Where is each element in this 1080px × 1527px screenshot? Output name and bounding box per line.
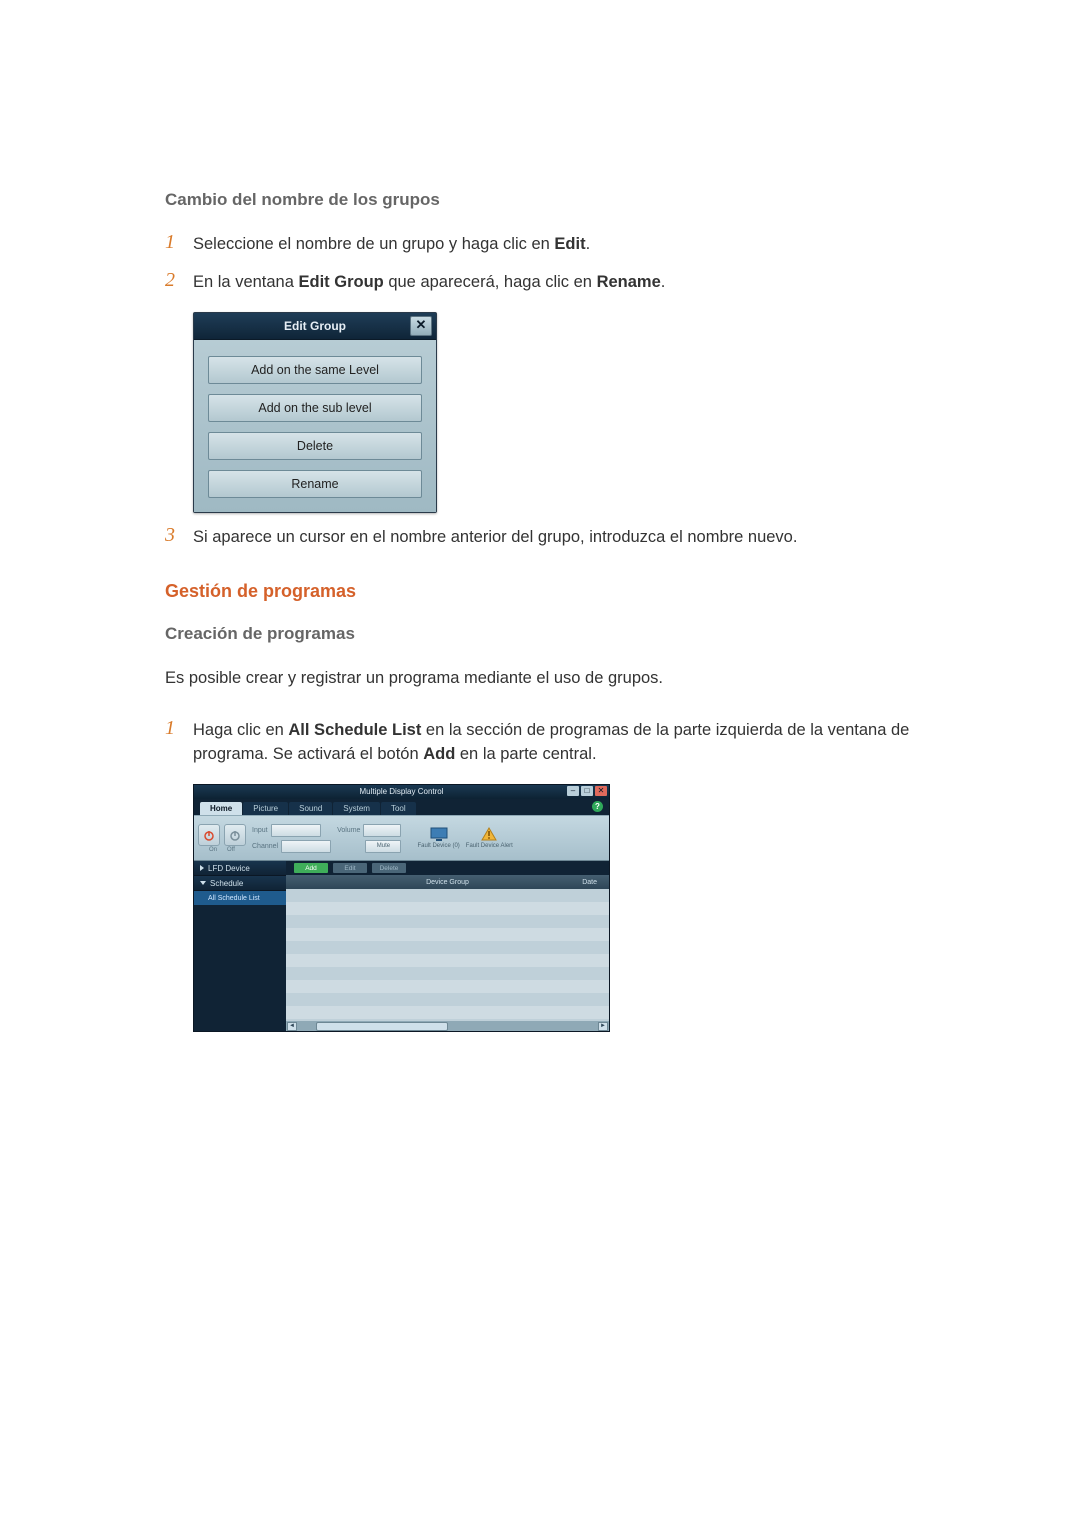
power-off-button[interactable] — [224, 824, 246, 846]
dialog-close-button[interactable]: ✕ — [410, 316, 432, 336]
mdc-sidebar: LFD Device Schedule All Schedule List — [194, 861, 286, 1031]
mdc-ribbon: On Off Input Channel Vol — [194, 815, 609, 861]
window-maximize-button[interactable]: □ — [581, 786, 593, 796]
tab-system[interactable]: System — [333, 802, 380, 815]
input-select[interactable] — [271, 824, 321, 837]
step-number-2: 2 — [165, 270, 193, 290]
add-sub-level-button[interactable]: Add on the sub level — [208, 394, 422, 422]
table-row — [286, 954, 609, 967]
steps-schedule: 1 Haga clic en All Schedule List en la s… — [165, 718, 920, 766]
table-row — [286, 941, 609, 954]
mdc-tabs: Home Picture Sound System Tool ? — [194, 799, 609, 815]
t: Rename — [597, 273, 661, 291]
schedule-grid — [286, 889, 609, 1021]
power-on-label: On — [209, 847, 217, 853]
table-row — [286, 1006, 609, 1019]
t: . — [586, 235, 591, 253]
rename-button[interactable]: Rename — [208, 470, 422, 498]
add-same-level-button[interactable]: Add on the same Level — [208, 356, 422, 384]
step-text-s1: Haga clic en All Schedule List en la sec… — [193, 718, 920, 766]
mdc-window: Multiple Display Control – □ ✕ Home Pict… — [193, 784, 920, 1032]
mdc-titlebar: Multiple Display Control – □ ✕ — [194, 785, 609, 799]
heading-schedule-management: Gestión de programas — [165, 581, 920, 602]
t: Haga clic en — [193, 721, 288, 739]
channel-label: Channel — [252, 843, 278, 850]
dialog-titlebar: Edit Group ✕ — [194, 313, 436, 340]
fault-device-icon[interactable] — [430, 826, 448, 842]
power-on-button[interactable] — [198, 824, 220, 846]
scroll-right-arrow[interactable]: ► — [598, 1022, 608, 1031]
t: Edit — [554, 235, 585, 253]
step-number-3: 3 — [165, 525, 193, 545]
t: All Schedule List — [288, 721, 421, 739]
table-row — [286, 967, 609, 980]
steps-rename: 1 Seleccione el nombre de un grupo y hag… — [165, 232, 920, 294]
table-row — [286, 980, 609, 993]
channel-select[interactable] — [281, 840, 331, 853]
edit-group-dialog: Edit Group ✕ Add on the same Level Add o… — [193, 312, 920, 513]
chevron-right-icon — [200, 865, 204, 871]
mdc-content: Add Edit Delete Device Group Date — [286, 861, 609, 1031]
scroll-left-arrow[interactable]: ◄ — [287, 1022, 297, 1031]
fault-alert-label: Fault Device Alert — [466, 843, 513, 850]
col-date: Date — [582, 879, 597, 886]
delete-button[interactable]: Delete — [208, 432, 422, 460]
help-icon[interactable]: ? — [592, 801, 603, 812]
column-headers: Device Group Date — [286, 875, 609, 889]
t: Edit Group — [299, 273, 384, 291]
step-number-1: 1 — [165, 232, 193, 252]
delete-schedule-button: Delete — [372, 863, 406, 873]
step-number-s1: 1 — [165, 718, 193, 738]
chevron-down-icon — [200, 881, 206, 885]
tab-picture[interactable]: Picture — [243, 802, 288, 815]
mdc-toolbar: Add Edit Delete — [286, 861, 609, 875]
step-text-1: Seleccione el nombre de un grupo y haga … — [193, 232, 920, 256]
t: Seleccione el nombre de un grupo y haga … — [193, 235, 554, 253]
input-label: Input — [252, 827, 268, 834]
table-row — [286, 902, 609, 915]
table-row — [286, 928, 609, 941]
subheading-create-schedule: Creación de programas — [165, 624, 920, 644]
step-text-2: En la ventana Edit Group que aparecerá, … — [193, 270, 920, 294]
t: en la parte central. — [455, 745, 596, 763]
mdc-title-text: Multiple Display Control — [359, 787, 443, 796]
t: En la ventana — [193, 273, 299, 291]
power-on-icon — [203, 829, 215, 841]
power-off-label: Off — [227, 847, 235, 853]
tab-sound[interactable]: Sound — [289, 802, 332, 815]
add-button[interactable]: Add — [294, 863, 328, 873]
edit-button: Edit — [333, 863, 367, 873]
tab-tool[interactable]: Tool — [381, 802, 416, 815]
mute-button[interactable]: Mute — [365, 840, 401, 853]
t: Add — [423, 745, 455, 763]
scroll-thumb[interactable] — [316, 1022, 448, 1031]
volume-label: Volume — [337, 827, 360, 834]
fault-device-label: Fault Device (0) — [417, 843, 459, 850]
t: . — [661, 273, 666, 291]
volume-input[interactable] — [363, 824, 401, 837]
fault-alert-icon[interactable] — [480, 826, 498, 842]
dialog-title: Edit Group — [284, 319, 346, 333]
sidebar-schedule-label: Schedule — [210, 879, 243, 888]
subheading-rename-groups: Cambio del nombre de los grupos — [165, 190, 920, 210]
t: que aparecerá, haga clic en — [384, 273, 597, 291]
tab-home[interactable]: Home — [200, 802, 242, 815]
table-row — [286, 889, 609, 902]
table-row — [286, 993, 609, 1006]
steps-rename-cont: 3 Si aparece un cursor en el nombre ante… — [165, 525, 920, 549]
sidebar-lfd-label: LFD Device — [208, 864, 250, 873]
sidebar-schedule[interactable]: Schedule — [194, 876, 286, 891]
table-row — [286, 915, 609, 928]
body-text-schedule: Es posible crear y registrar un programa… — [165, 666, 920, 690]
power-off-icon — [229, 829, 241, 841]
window-minimize-button[interactable]: – — [567, 786, 579, 796]
window-close-button[interactable]: ✕ — [595, 786, 607, 796]
step-text-3: Si aparece un cursor en el nombre anteri… — [193, 525, 920, 549]
horizontal-scrollbar[interactable]: ◄ ► — [286, 1021, 609, 1031]
col-device-group: Device Group — [426, 879, 469, 886]
sidebar-all-schedule-list[interactable]: All Schedule List — [194, 891, 286, 905]
sidebar-lfd-device[interactable]: LFD Device — [194, 861, 286, 876]
